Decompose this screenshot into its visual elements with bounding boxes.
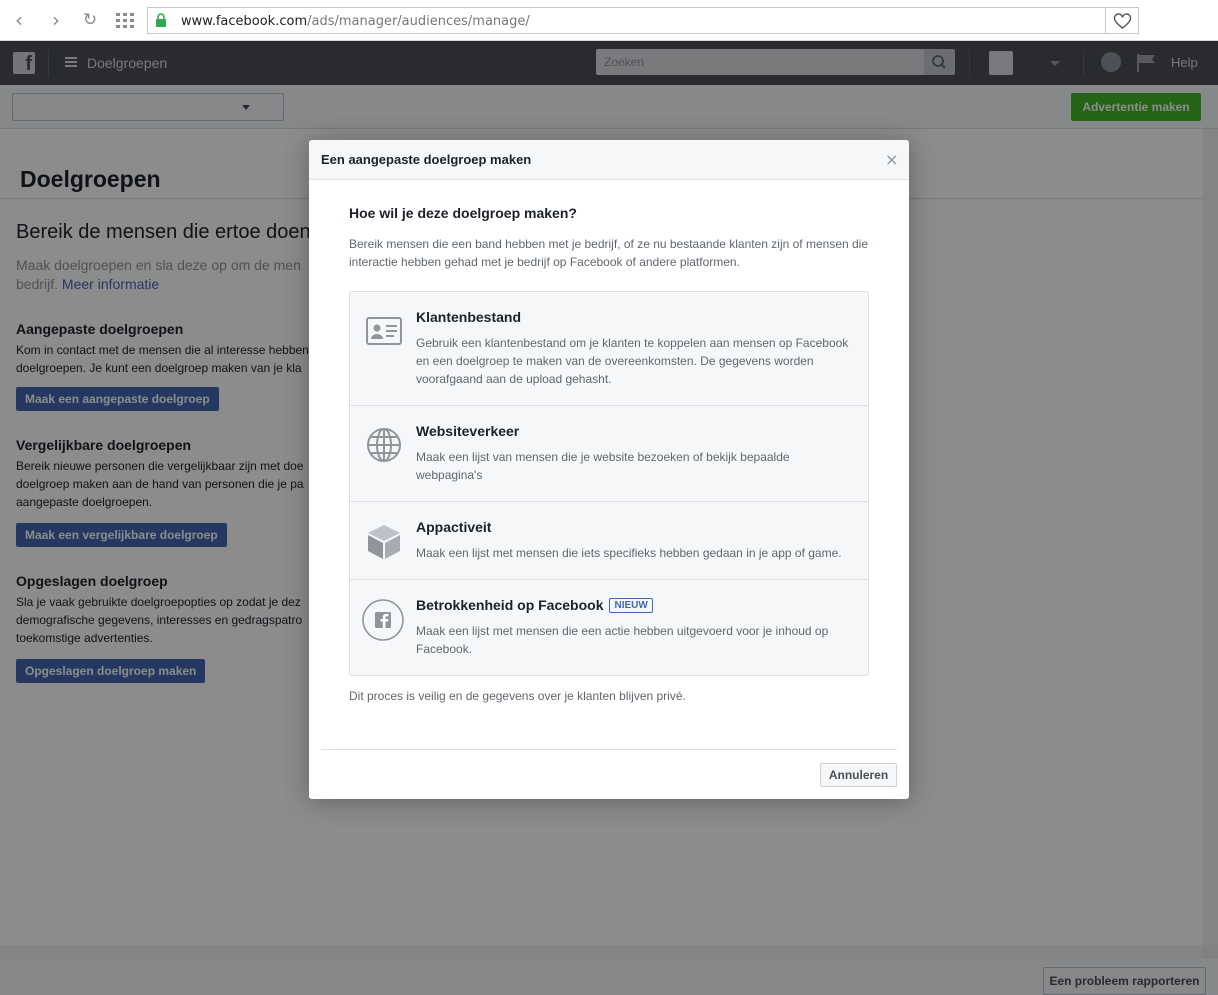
option-title: Appactiveit: [416, 519, 492, 535]
contact-card-icon: [366, 317, 402, 345]
create-custom-audience-dialog: Een aangepaste doelgroep maken × Hoe wil…: [309, 140, 909, 799]
back-arrow-icon[interactable]: ‹: [8, 9, 30, 31]
forward-arrow-icon[interactable]: ›: [45, 9, 67, 31]
option-title: Websiteverkeer: [416, 423, 520, 439]
audience-source-list: Klantenbestand Gebruik een klantenbestan…: [349, 291, 869, 676]
option-facebook-engagement[interactable]: Betrokkenheid op Facebook NIEUW Maak een …: [350, 580, 868, 675]
url-host: www.facebook.com: [181, 14, 308, 29]
option-description: Gebruik een klantenbestand om je klanten…: [416, 336, 849, 386]
option-app-activity[interactable]: Appactiveit Maak een lijst met mensen di…: [350, 502, 868, 580]
lock-icon: [156, 13, 166, 27]
url-text: www.facebook.com/ads/manager/audiences/m…: [181, 14, 530, 29]
speed-dial-icon[interactable]: [114, 9, 136, 31]
address-bar[interactable]: www.facebook.com/ads/manager/audiences/m…: [147, 7, 1106, 34]
bookmark-heart-button[interactable]: [1106, 7, 1139, 34]
cancel-button[interactable]: Annuleren: [820, 763, 897, 787]
option-website-traffic[interactable]: Websiteverkeer Maak een lijst van mensen…: [350, 406, 868, 502]
url-path: /ads/manager/audiences/manage/: [307, 14, 530, 29]
close-icon[interactable]: ×: [885, 150, 898, 169]
cube-icon: [368, 525, 400, 559]
facebook-circle-icon: [362, 599, 404, 641]
option-description: Maak een lijst van mensen die je website…: [416, 450, 790, 482]
dialog-header: Een aangepaste doelgroep maken ×: [309, 140, 909, 180]
dialog-question: Hoe wil je deze doelgroep maken?: [349, 205, 577, 221]
heart-icon: [1113, 13, 1132, 29]
divider: [321, 749, 897, 750]
globe-icon: [367, 428, 401, 462]
option-title: Betrokkenheid op Facebook NIEUW: [416, 597, 653, 613]
dialog-title: Een aangepaste doelgroep maken: [321, 152, 532, 167]
option-customer-file[interactable]: Klantenbestand Gebruik een klantenbestan…: [350, 292, 868, 406]
option-title-text: Betrokkenheid op Facebook: [416, 597, 604, 613]
browser-toolbar: ‹ › ↻ www.facebook.com/ads/manager/audie…: [0, 0, 1218, 41]
reload-icon[interactable]: ↻: [79, 9, 101, 31]
new-badge: NIEUW: [609, 598, 653, 613]
option-title: Klantenbestand: [416, 309, 522, 325]
option-description: Maak een lijst met mensen die een actie …: [416, 624, 829, 656]
option-description: Maak een lijst met mensen die iets speci…: [416, 546, 842, 560]
privacy-note: Dit proces is veilig en de gegevens over…: [349, 689, 686, 703]
dialog-description: Bereik mensen die een band hebben met je…: [349, 237, 869, 269]
